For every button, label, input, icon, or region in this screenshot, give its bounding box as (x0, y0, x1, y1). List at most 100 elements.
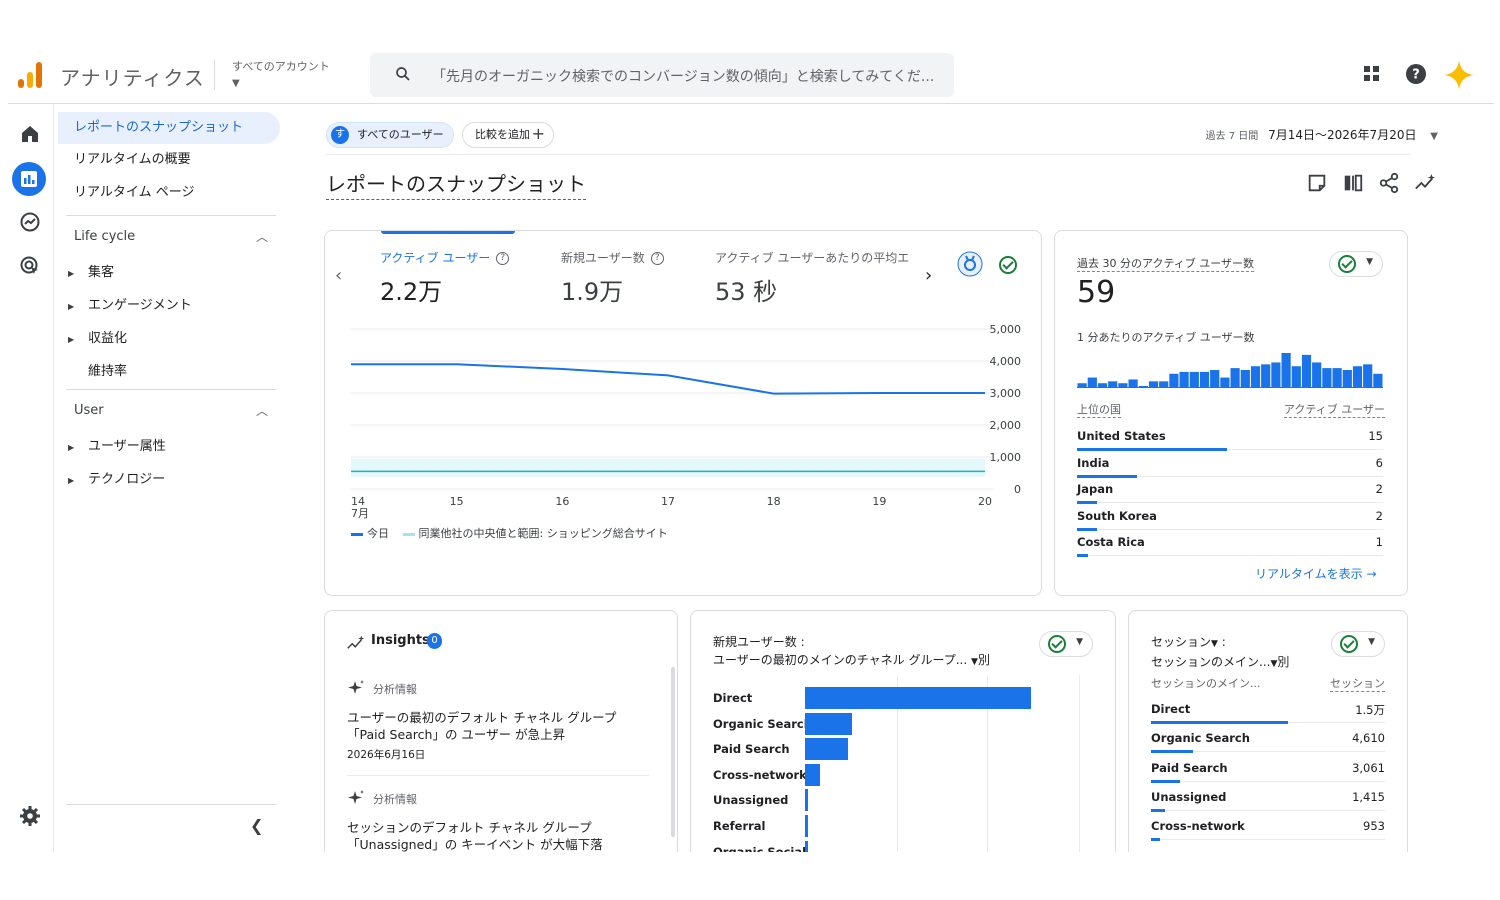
card-options-dropdown[interactable]: ▼ (1039, 631, 1093, 657)
check-circle-icon[interactable] (999, 256, 1017, 274)
lifecycle-section-header[interactable]: Life cycle ︿ (74, 229, 274, 244)
bar[interactable] (805, 815, 809, 837)
proportion-bar (1151, 750, 1194, 754)
sidebar-item-realtime-overview[interactable]: リアルタイムの概要 (58, 144, 280, 176)
table-row[interactable]: Paid Search 3,061 (1151, 756, 1385, 783)
table-row[interactable]: Direct 1.5万 (1151, 697, 1385, 724)
sparkle-gemini-icon[interactable] (1442, 58, 1476, 92)
sidebar-item-engagement[interactable]: ▶ エンゲージメント (68, 294, 192, 313)
sessions-value: 3,061 (1352, 760, 1385, 775)
insight-tag: 分析情報 (373, 683, 417, 696)
sidebar-item-label: 維持率 (88, 364, 128, 379)
bar[interactable] (805, 789, 809, 812)
explore-icon[interactable] (18, 210, 42, 234)
column-header-active-users[interactable]: アクティブ ユーザー (1283, 401, 1385, 418)
metric-tab-avg-engagement[interactable]: アクティブ ユーザーあたりの平均エ 53 秒 (715, 249, 915, 307)
help-question-icon[interactable]: ? (496, 252, 510, 265)
column-header-channel[interactable]: セッションのメイン... (1151, 675, 1261, 691)
chevron-down-icon[interactable]: ▼ (971, 657, 978, 667)
insight-item-2[interactable]: セッションのデフォルト チャネル グループ 「Unassigned」の キーイベ… (347, 819, 637, 852)
chip-label: 比較を追加 (475, 128, 530, 141)
add-comparison-button[interactable]: 比較を追加 + (462, 122, 554, 148)
bar[interactable] (805, 840, 808, 852)
insight-item-1[interactable]: ユーザーの最初のデフォルト チャネル グループ 「Paid Search」の ユ… (347, 709, 637, 743)
view-realtime-link[interactable]: リアルタイムを表示 → (1255, 565, 1377, 582)
table-row[interactable]: Unassigned 1,415 (1151, 785, 1385, 812)
bar[interactable] (805, 687, 1031, 709)
search-bar[interactable]: 「先月のオーガニック検索でのコンバージョン数の傾向」と検索してみてくだ... (370, 53, 954, 97)
chevron-right-icon[interactable]: › (925, 265, 932, 286)
card-options-dropdown[interactable]: ▼ (1331, 631, 1385, 657)
bar[interactable] (805, 712, 853, 735)
chevron-down-icon: ▼ (1076, 637, 1083, 647)
reports-icon[interactable] (17, 167, 41, 191)
table-row[interactable]: Costa Rica 1 (1077, 530, 1383, 557)
insights-trend-icon[interactable] (1414, 172, 1436, 194)
date-range-picker[interactable]: 過去 7 日間 7月14日～2026年7月20日 ▼ (1206, 126, 1438, 143)
all-users-chip[interactable]: す すべてのユーザー (326, 122, 454, 148)
column-header-country[interactable]: 上位の国 (1077, 401, 1121, 418)
column-header-sessions[interactable]: セッション (1330, 675, 1385, 692)
table-row[interactable]: Organic Search 4,610 (1151, 726, 1385, 754)
scrollbar[interactable] (671, 667, 675, 837)
account-selector[interactable]: すべてのアカウント ▼ (232, 58, 330, 89)
divider (347, 775, 649, 776)
x-month-label: 7月 (351, 507, 369, 519)
metric-tab-active-users[interactable]: アクティブ ユーザー? 2.2万 (380, 249, 510, 307)
table-row[interactable]: Cross-network 953 (1151, 814, 1385, 842)
help-icon[interactable]: ? (1404, 62, 1428, 86)
analytics-logo-icon[interactable] (18, 62, 44, 88)
chevron-down-icon[interactable]: ▼ (1211, 639, 1218, 649)
category-label: Direct (713, 691, 753, 705)
table-row[interactable]: United States 15 (1077, 424, 1383, 451)
insight-line: ユーザーの最初のデフォルト チャネル グループ (347, 710, 617, 725)
metrics-overview-card: ‹ アクティブ ユーザー? 2.2万 新規ユーザー数? 1.9万 アクティブ ユ… (324, 230, 1042, 596)
sidebar-item-acquisition[interactable]: ▶ 集客 (68, 261, 114, 280)
card-title: セッション▼ : セッションのメイン...▼別 (1151, 633, 1289, 673)
insights-trend-icon (347, 635, 365, 649)
active-users-line-chart: 5,0004,0003,0002,0001,000014 15 16 17 18 19 20… (351, 323, 1021, 519)
benchmark-medal-icon[interactable] (957, 251, 983, 277)
minute-bar (1363, 364, 1373, 387)
table-row[interactable]: Japan 2 (1077, 477, 1383, 504)
minute-bar (1322, 368, 1332, 387)
gridline (1079, 675, 1080, 852)
sidebar-item-realtime-pages[interactable]: リアルタイム ページ (58, 177, 280, 209)
metric-label: アクティブ ユーザー (380, 251, 491, 265)
help-question-icon[interactable]: ? (650, 252, 664, 265)
legend-label-benchmark: 同業他社の中央値と範囲: ショッピング総合サイト (418, 527, 668, 540)
sidebar-item-label: 収益化 (88, 331, 128, 346)
x-tick-label: 17 (661, 495, 675, 508)
sidebar-item-technology[interactable]: ▶ テクノロジー (68, 468, 165, 487)
home-icon[interactable] (18, 122, 42, 146)
sidebar-item-report-snapshot[interactable]: レポートのスナップショット (58, 112, 280, 144)
table-row[interactable]: South Korea 2 (1077, 504, 1383, 531)
sidebar-item-monetization[interactable]: ▶ 収益化 (68, 327, 127, 346)
share-icon[interactable] (1378, 172, 1400, 194)
card-title-line2: セッションのメイン... (1151, 655, 1271, 669)
metric-tab-new-users[interactable]: 新規ユーザー数? 1.9万 (561, 249, 664, 307)
customize-report-icon[interactable] (1306, 172, 1328, 194)
chevron-left-icon[interactable]: ‹ (335, 265, 342, 286)
table-row[interactable]: India 6 (1077, 451, 1383, 478)
card-title-line1: セッション (1151, 635, 1212, 649)
search-input[interactable]: 「先月のオーガニック検索でのコンバージョン数の傾向」と検索してみてくだ... (432, 66, 952, 86)
arrow-right-icon: → (1366, 567, 1377, 581)
realtime-title: 過去 30 分のアクティブ ユーザー数 (1077, 257, 1255, 272)
category-label: Organic Social (713, 844, 807, 852)
advertising-icon[interactable] (18, 254, 42, 278)
settings-gear-icon[interactable] (18, 804, 42, 828)
insights-title: Insights (371, 633, 430, 648)
sidebar-item-retention[interactable]: 維持率 (68, 360, 127, 379)
compare-columns-icon[interactable] (1342, 172, 1364, 194)
bar[interactable] (805, 763, 820, 786)
realtime-options-dropdown[interactable]: ▼ (1329, 251, 1383, 277)
collapse-sidebar-chevron-icon[interactable]: ❮ (250, 816, 263, 835)
user-section-header[interactable]: User ︿ (74, 403, 274, 418)
top-bar: アナリティクス すべてのアカウント ▼ 「先月のオーガニック検索でのコンバージョ… (8, 44, 1494, 104)
apps-grid-icon[interactable] (1360, 62, 1384, 86)
sidebar-item-demographics[interactable]: ▶ ユーザー属性 (68, 435, 166, 454)
bar[interactable] (805, 738, 848, 761)
x-tick-label: 20 (978, 495, 992, 508)
minute-bar (1189, 371, 1199, 387)
